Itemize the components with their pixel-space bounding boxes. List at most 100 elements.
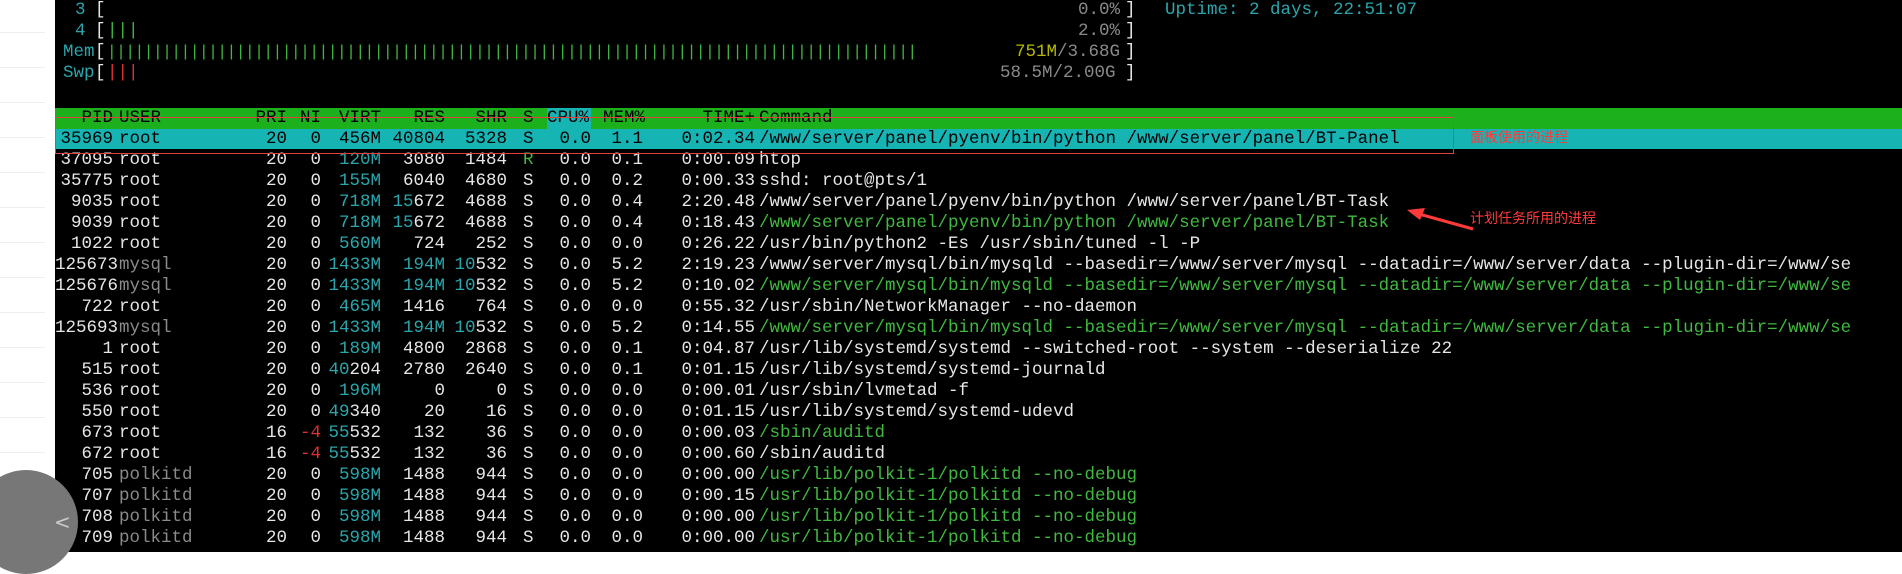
- state-cell: S: [523, 465, 534, 485]
- shr-cell: 10532: [454, 318, 507, 338]
- user-cell: mysql: [119, 276, 172, 296]
- swap-bar: |||: [107, 63, 139, 83]
- mem-cell: 5.2: [611, 255, 643, 275]
- time-cell: 0:10.02: [681, 276, 755, 296]
- res-cell: 132: [413, 444, 445, 464]
- sidebar-divider: [0, 67, 45, 68]
- mem-cell: 0.1: [611, 339, 643, 359]
- virt-cell: 196M: [338, 381, 381, 401]
- cpu-cell: 0.0: [559, 276, 591, 296]
- pri-cell: 20: [265, 213, 287, 233]
- pri-cell: 20: [265, 486, 287, 506]
- command-cell: /usr/lib/systemd/systemd --switched-root…: [759, 339, 1453, 359]
- pri-cell: 20: [265, 528, 287, 548]
- ni-cell: 0: [310, 507, 321, 527]
- pri-cell: 20: [265, 276, 287, 296]
- cpu-cell: 0.0: [559, 234, 591, 254]
- meter-bracket: [: [95, 42, 106, 62]
- res-cell: 2780: [402, 360, 445, 380]
- sidebar-divider: [0, 207, 45, 208]
- ni-cell: 0: [310, 213, 321, 233]
- back-button[interactable]: <: [0, 470, 78, 574]
- virt-cell: 55532: [328, 444, 381, 464]
- user-cell: root: [119, 360, 162, 380]
- time-cell: 0:00.00: [681, 465, 755, 485]
- ni-cell: -4: [299, 423, 321, 443]
- chevron-left-icon: <: [54, 510, 71, 534]
- shr-cell: 36: [485, 444, 507, 464]
- user-cell: root: [119, 192, 162, 212]
- virt-cell: 1433M: [328, 276, 381, 296]
- state-cell: S: [523, 213, 534, 233]
- cpu-number: 4: [75, 21, 86, 41]
- user-cell: root: [119, 423, 162, 443]
- state-cell: S: [523, 507, 534, 527]
- pid-cell: 125693: [55, 318, 119, 338]
- pri-cell: 20: [265, 339, 287, 359]
- htop-terminal[interactable]: 3 [ 0.0% ] 4 [ ||| 2.0% ] Mem [ ||||||||…: [55, 0, 1902, 552]
- command-cell: /usr/bin/python2 -Es /usr/sbin/tuned -l …: [759, 234, 1201, 254]
- mem-cell: 0.2: [611, 171, 643, 191]
- cpu-cell: 0.0: [559, 507, 591, 527]
- time-cell: 0:00.00: [681, 528, 755, 548]
- res-cell: 1488: [402, 528, 445, 548]
- annotation-task-process: 计划任务所用的进程: [1470, 211, 1596, 227]
- cpu-number: 3: [75, 0, 86, 20]
- command-cell: /www/server/mysql/bin/mysqld --basedir=/…: [759, 318, 1852, 338]
- command-cell: /sbin/auditd: [759, 423, 886, 443]
- mem-cell: 0.0: [611, 465, 643, 485]
- annotation-highlight-box: [55, 117, 1454, 154]
- res-cell: 724: [413, 234, 445, 254]
- state-cell: S: [523, 276, 534, 296]
- pri-cell: 16: [265, 444, 287, 464]
- pid-cell: 9035: [70, 192, 113, 212]
- shr-cell: 764: [475, 297, 507, 317]
- ni-cell: 0: [310, 465, 321, 485]
- virt-cell: 55532: [328, 423, 381, 443]
- time-cell: 0:00.60: [681, 444, 755, 464]
- time-cell: 0:18.43: [681, 213, 755, 233]
- pri-cell: 20: [265, 318, 287, 338]
- meter-bracket: ]: [1125, 21, 1136, 41]
- shr-cell: 10532: [454, 255, 507, 275]
- pid-cell: 1: [102, 339, 113, 359]
- time-cell: 0:04.87: [681, 339, 755, 359]
- time-cell: 0:00.00: [681, 507, 755, 527]
- virt-cell: 189M: [338, 339, 381, 359]
- mem-total: /3.68G: [1057, 42, 1121, 62]
- command-cell: /usr/sbin/NetworkManager --no-daemon: [759, 297, 1138, 317]
- state-cell: S: [523, 402, 534, 422]
- ni-cell: 0: [310, 381, 321, 401]
- meter-bracket: ]: [1125, 42, 1136, 62]
- time-cell: 2:20.48: [681, 192, 755, 212]
- mem-cell: 0.0: [611, 297, 643, 317]
- res-cell: 15672: [392, 192, 445, 212]
- shr-cell: 4680: [464, 171, 507, 191]
- shr-cell: 2868: [464, 339, 507, 359]
- shr-cell: 36: [485, 423, 507, 443]
- user-cell: polkitd: [119, 528, 193, 548]
- user-cell: root: [119, 381, 162, 401]
- state-cell: S: [523, 381, 534, 401]
- state-cell: S: [523, 444, 534, 464]
- res-cell: 15672: [392, 213, 445, 233]
- time-cell: 0:00.15: [681, 486, 755, 506]
- pri-cell: 16: [265, 423, 287, 443]
- shr-cell: 944: [475, 486, 507, 506]
- pri-cell: 20: [265, 255, 287, 275]
- pid-cell: 672: [81, 444, 113, 464]
- user-cell: mysql: [119, 318, 172, 338]
- command-cell: /usr/lib/systemd/systemd-journald: [759, 360, 1106, 380]
- virt-cell: 49340: [328, 402, 381, 422]
- virt-cell: 1433M: [328, 318, 381, 338]
- mem-cell: 0.4: [611, 192, 643, 212]
- cpu-percent: 2.0%: [1078, 21, 1121, 41]
- command-cell: /www/server/panel/pyenv/bin/python /www/…: [759, 192, 1390, 212]
- mem-bar: ||||||||||||||||||||||||||||||||||||||||…: [107, 43, 917, 61]
- sidebar-divider: [0, 347, 45, 348]
- cpu-cell: 0.0: [559, 444, 591, 464]
- meter-bracket: ]: [1125, 63, 1136, 83]
- res-cell: 194M: [402, 318, 445, 338]
- time-cell: 2:19.23: [681, 255, 755, 275]
- time-cell: 0:26.22: [681, 234, 755, 254]
